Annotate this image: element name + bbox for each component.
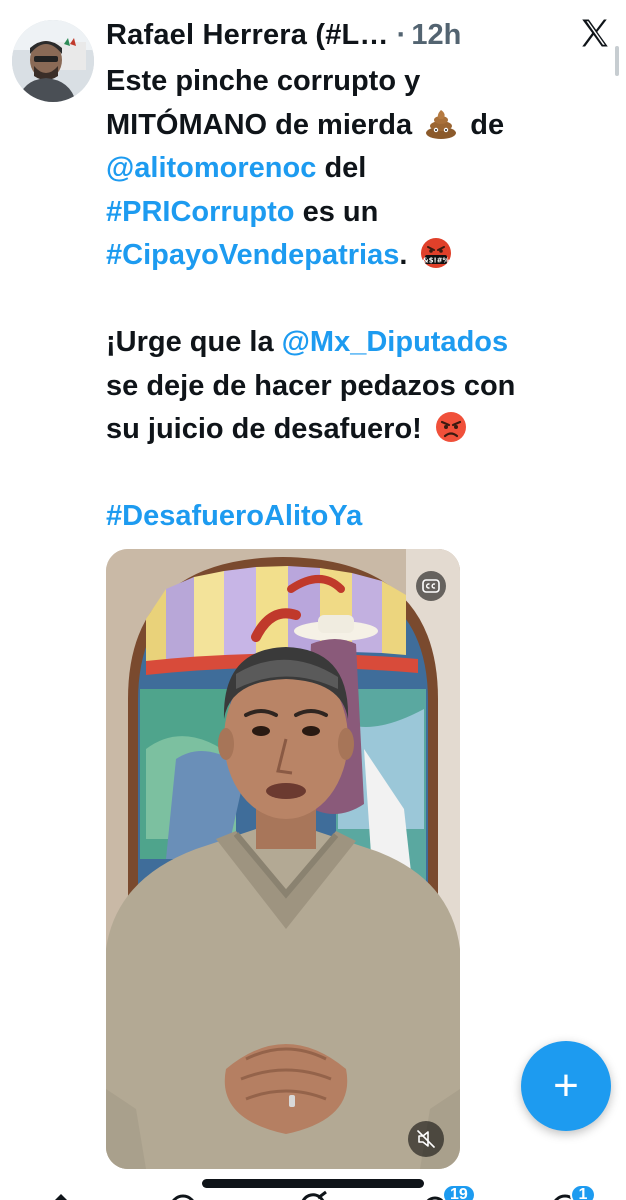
tweet-text-segment: . <box>399 239 408 271</box>
mention-alitomorenoc[interactable]: @alitomorenoc <box>106 152 316 184</box>
x-logo-icon[interactable] <box>578 16 612 50</box>
tweet-detail-screen: Rafael Herrera (#L… · 12h Este pinche co… <box>0 0 626 1200</box>
video-frame <box>106 549 460 1169</box>
author-avatar[interactable] <box>12 20 94 102</box>
muted-speaker-icon <box>417 1130 435 1148</box>
video-player[interactable] <box>106 549 460 1169</box>
tweet-text-segment: MITÓMANO de mierda <box>106 108 413 141</box>
captions-button[interactable] <box>416 571 446 601</box>
tweet-line: @alitomorenoc del <box>106 147 611 191</box>
tweet-line: MITÓMANO de mierda de <box>106 104 611 148</box>
home-icon[interactable] <box>44 1188 78 1200</box>
hashtag-desafueroalitoya[interactable]: #DesafueroAlitoYa <box>106 500 362 532</box>
tweet-line: #CipayoVendepatrias. &$!#% <box>106 234 611 278</box>
compose-post-button[interactable]: + <box>521 1041 611 1131</box>
tweet-text-segment: ¡Urge que la <box>106 326 274 358</box>
mute-toggle-button[interactable] <box>408 1121 444 1157</box>
tweet-text-segment: su juicio de desafuero! <box>106 413 422 445</box>
tweet-line: #DesafueroAlitoYa <box>106 495 611 539</box>
closed-captions-icon <box>422 579 440 593</box>
angry-face-emoji-icon <box>435 412 466 442</box>
tweet-text-segment: es un <box>302 195 379 228</box>
tweet-text-segment: de <box>470 108 505 141</box>
tweet-line: ¡Urge que la @Mx_Diputados <box>106 321 611 365</box>
tweet-timestamp[interactable]: 12h <box>411 19 461 52</box>
tweet-header: Rafael Herrera (#L… · 12h <box>106 14 461 56</box>
hashtag-pricorrupto[interactable]: #PRICorrupto <box>106 196 295 228</box>
messages-badge: 1 <box>570 1184 596 1200</box>
tweet-line: su juicio de desafuero! <box>106 408 611 452</box>
avatar-photo <box>12 20 94 102</box>
mention-mx-diputados[interactable]: @Mx_Diputados <box>282 326 508 358</box>
plus-icon: + <box>553 1061 579 1110</box>
tweet-text-segment: se deje de hacer pedazos con <box>106 369 516 402</box>
home-indicator[interactable] <box>202 1179 424 1188</box>
tweet-text-segment: Este pinche corrupto y <box>106 65 421 97</box>
author-name[interactable]: Rafael Herrera (#L… <box>106 19 389 52</box>
tweet-line: se deje de hacer pedazos con <box>106 365 611 409</box>
cursing-symbols: &$!#% <box>423 257 450 265</box>
cursing-face-emoji-icon: &$!#% <box>421 238 452 268</box>
notifications-badge: 19 <box>442 1184 476 1200</box>
search-icon[interactable] <box>166 1188 200 1200</box>
hashtag-cipayovendepatrias[interactable]: #CipayoVendepatrias <box>106 239 399 271</box>
tweet-text-segment: del <box>324 152 367 184</box>
tweet-line: Este pinche corrupto y <box>106 60 611 104</box>
poop-emoji-icon <box>426 109 457 139</box>
tweet-line: #PRICorrupto es un <box>106 191 611 235</box>
separator-dot: · <box>396 18 407 51</box>
more-vertical-icon[interactable] <box>612 44 622 78</box>
tweet-body: Este pinche corrupto y MITÓMANO de mierd… <box>106 60 611 539</box>
grok-icon[interactable] <box>296 1188 330 1200</box>
